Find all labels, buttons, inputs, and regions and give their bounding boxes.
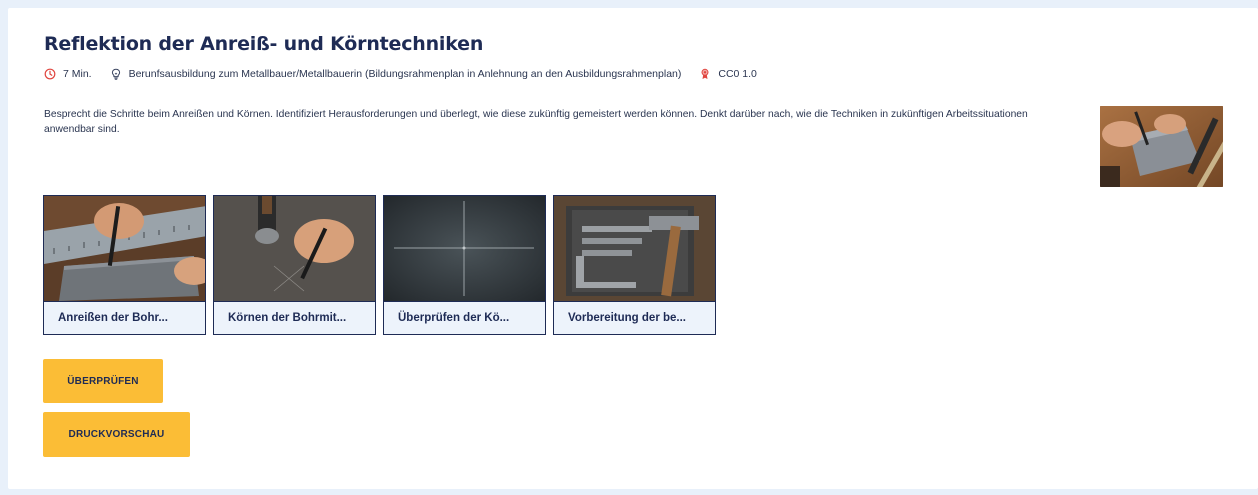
tile-image [214, 196, 375, 301]
print-preview-button[interactable]: DRUCKVORSCHAU [43, 412, 190, 457]
tile-image [44, 196, 205, 301]
tile-koernen[interactable]: Körnen der Bohrmit... [213, 195, 376, 335]
tile-label: Anreißen der Bohr... [44, 301, 205, 334]
tile-label: Vorbereitung der be... [554, 301, 715, 334]
tile-image [554, 196, 715, 301]
license-icon [701, 68, 709, 79]
clock-icon [44, 68, 56, 80]
context-text: Berunfsausbildung zum Metallbauer/Metall… [128, 68, 682, 80]
license-text: CC0 1.0 [718, 68, 757, 80]
page-title: Reflektion der Anreiß- und Körntechniken [44, 33, 484, 55]
lightbulb-icon [111, 68, 120, 80]
activity-thumbnail [1100, 106, 1223, 187]
tile-label: Körnen der Bohrmit... [214, 301, 375, 334]
duration-text: 7 Min. [63, 68, 92, 80]
tile-label: Überprüfen der Kö... [384, 301, 545, 334]
duration-meta: 7 Min. [44, 68, 92, 80]
tile-anreissen[interactable]: Anreißen der Bohr... [43, 195, 206, 335]
tile-ueberpruefen[interactable]: Überprüfen der Kö... [383, 195, 546, 335]
license-meta: CC0 1.0 [699, 68, 757, 80]
step-tiles: Anreißen der Bohr... Körnen der Bohrmit.… [43, 195, 716, 335]
activity-description: Besprecht die Schritte beim Anreißen und… [44, 109, 1028, 135]
check-button[interactable]: ÜBERPRÜFEN [43, 359, 163, 403]
context-meta: Berunfsausbildung zum Metallbauer/Metall… [110, 68, 682, 80]
tile-vorbereitung[interactable]: Vorbereitung der be... [553, 195, 716, 335]
meta-row: 7 Min. Berunfsausbildung zum Metallbauer… [44, 66, 757, 82]
thumbnail-illustration [1100, 106, 1223, 187]
tile-image [384, 196, 545, 301]
